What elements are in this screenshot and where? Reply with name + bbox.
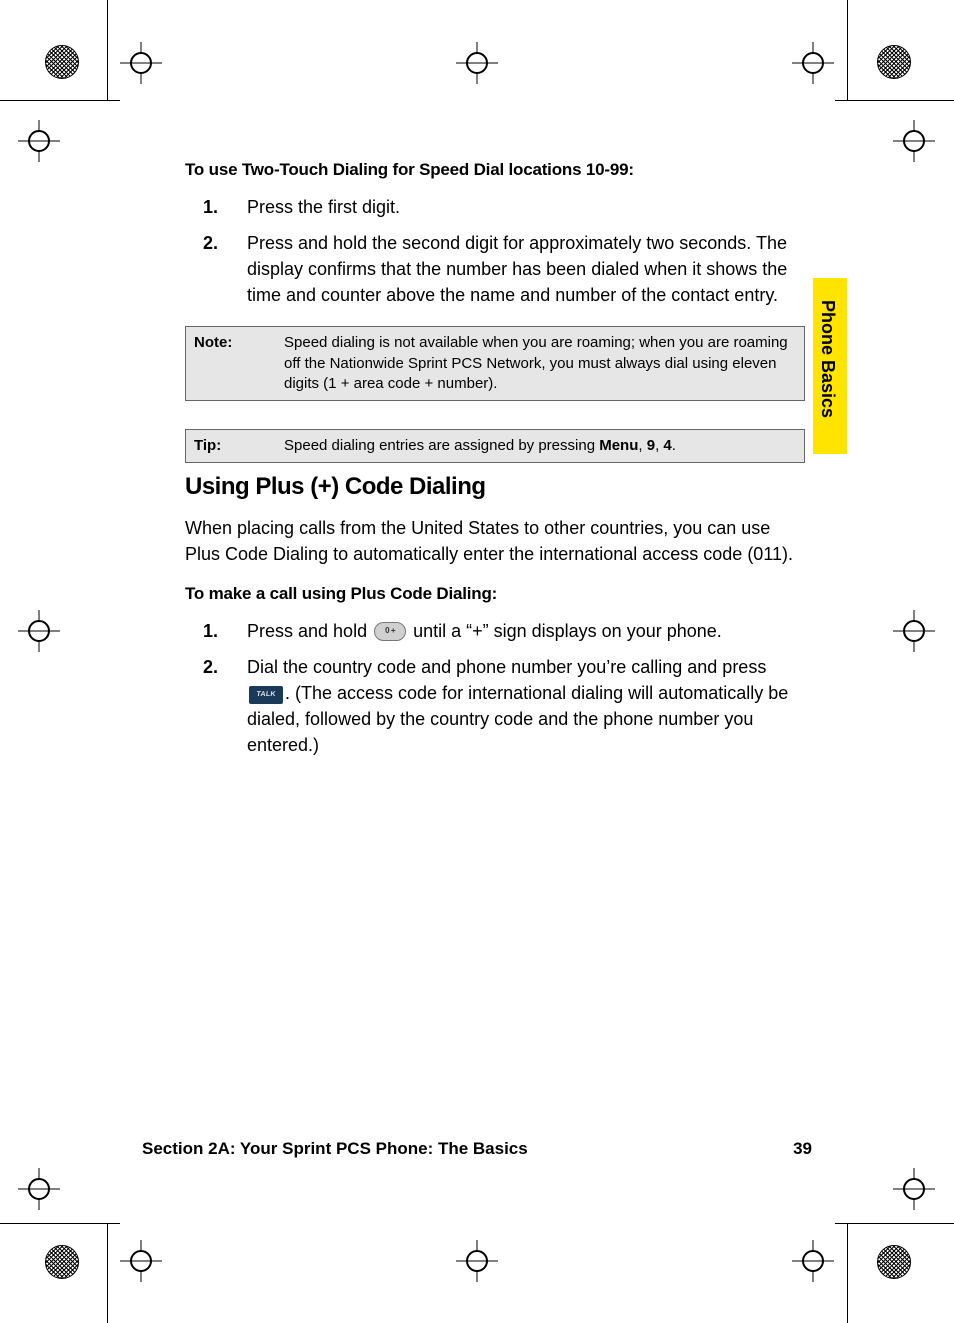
tip-menu: Menu: [599, 437, 638, 454]
crop-mark: [456, 42, 498, 84]
note-label: Note:: [186, 327, 280, 400]
list-item: 2. Dial the country code and phone numbe…: [185, 654, 805, 758]
crop-mark: [18, 120, 60, 162]
tip-key-4: 4: [663, 437, 671, 454]
intro-plus-code: When placing calls from the United State…: [185, 515, 805, 567]
tip-body: Speed dialing entries are assigned by pr…: [280, 430, 804, 462]
crop-mark: [792, 1240, 834, 1282]
note-body: Speed dialing is not available when you …: [280, 327, 804, 400]
crop-mark: [456, 1240, 498, 1282]
crop-mark: [893, 1168, 935, 1210]
page-footer: Section 2A: Your Sprint PCS Phone: The B…: [142, 1139, 812, 1159]
subheading-plus-code: To make a call using Plus Code Dialing:: [185, 584, 805, 604]
registration-mark: [45, 1245, 79, 1279]
crop-line: [835, 100, 954, 101]
crop-line: [107, 0, 108, 100]
note-callout: Note: Speed dialing is not available whe…: [185, 326, 805, 401]
crop-line: [847, 0, 848, 100]
registration-mark: [45, 45, 79, 79]
steps-plus-code: 1. Press and hold until a “+” sign displ…: [185, 618, 805, 758]
step-number: 2.: [185, 654, 247, 758]
crop-mark: [18, 610, 60, 652]
tip-text: Speed dialing entries are assigned by pr…: [284, 437, 599, 454]
steps-two-touch: 1. Press the first digit. 2. Press and h…: [185, 194, 805, 308]
subheading-two-touch: To use Two-Touch Dialing for Speed Dial …: [185, 160, 805, 180]
tip-key-9: 9: [647, 437, 655, 454]
heading-plus-code: Using Plus (+) Code Dialing: [185, 473, 805, 501]
step-text: Press and hold the second digit for appr…: [247, 230, 805, 308]
list-item: 1. Press the first digit.: [185, 194, 805, 220]
zero-key-icon: [374, 622, 406, 641]
crop-mark: [120, 1240, 162, 1282]
crop-line: [0, 100, 120, 101]
crop-mark: [893, 610, 935, 652]
crop-mark: [120, 42, 162, 84]
list-item: 1. Press and hold until a “+” sign displ…: [185, 618, 805, 644]
step-number: 1.: [185, 618, 247, 644]
crop-mark: [893, 120, 935, 162]
talk-key-icon: [249, 686, 283, 704]
tip-label: Tip:: [186, 430, 280, 462]
crop-line: [107, 1223, 108, 1323]
footer-section: Section 2A: Your Sprint PCS Phone: The B…: [142, 1139, 528, 1159]
registration-mark: [877, 1245, 911, 1279]
crop-mark: [792, 42, 834, 84]
step-text: Press the first digit.: [247, 194, 805, 220]
step-number: 2.: [185, 230, 247, 308]
step-number: 1.: [185, 194, 247, 220]
side-tab-phone-basics: Phone Basics: [813, 278, 847, 454]
list-item: 2. Press and hold the second digit for a…: [185, 230, 805, 308]
crop-line: [835, 1223, 954, 1224]
step-text: Press and hold until a “+” sign displays…: [247, 618, 805, 644]
crop-line: [847, 1223, 848, 1323]
registration-mark: [877, 45, 911, 79]
crop-line: [0, 1223, 120, 1224]
tip-callout: Tip: Speed dialing entries are assigned …: [185, 429, 805, 463]
crop-mark: [18, 1168, 60, 1210]
page-number: 39: [793, 1139, 812, 1159]
step-text: Dial the country code and phone number y…: [247, 654, 805, 758]
page-content: To use Two-Touch Dialing for Speed Dial …: [185, 160, 805, 776]
side-tab-label: Phone Basics: [817, 300, 838, 418]
